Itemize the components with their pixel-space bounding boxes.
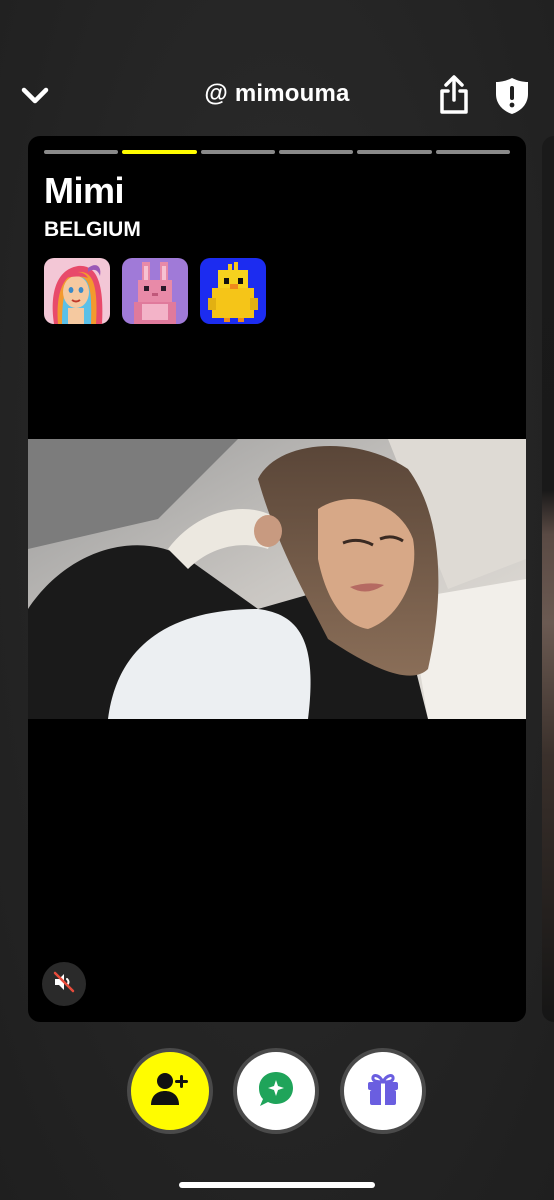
profile-story-screen: @ mimouma Mimi BELGIUM <box>0 0 554 1200</box>
badge-row <box>44 258 266 324</box>
gift-icon <box>364 1070 402 1113</box>
progress-segment <box>278 150 354 154</box>
story-progress-bar <box>44 150 510 154</box>
home-indicator[interactable] <box>179 1182 375 1188</box>
story-card[interactable]: Mimi BELGIUM <box>28 136 526 1022</box>
progress-segment <box>44 150 119 154</box>
top-bar: @ mimouma <box>0 68 554 124</box>
speaker-muted-icon <box>52 970 76 999</box>
share-icon[interactable] <box>436 74 472 116</box>
chat-reply-button[interactable] <box>233 1048 319 1134</box>
progress-segment <box>200 150 275 154</box>
progress-segment <box>357 150 432 154</box>
rainbow-girl-avatar-icon[interactable] <box>44 258 110 324</box>
mute-toggle-button[interactable] <box>42 962 86 1006</box>
chat-bubble-icon <box>256 1069 296 1114</box>
pixel-bunny-icon[interactable] <box>122 258 188 324</box>
add-friend-button[interactable] <box>127 1048 213 1134</box>
story-photo[interactable] <box>28 439 526 719</box>
profile-country: BELGIUM <box>44 218 141 241</box>
next-card-preview[interactable] <box>542 136 554 1022</box>
action-bar <box>0 1048 554 1138</box>
profile-name: Mimi <box>44 170 125 211</box>
shield-report-icon[interactable] <box>494 76 530 116</box>
send-gift-button[interactable] <box>340 1048 426 1134</box>
progress-segment-active <box>122 150 197 154</box>
pixel-chick-icon[interactable] <box>200 258 266 324</box>
add-friend-icon <box>150 1071 190 1112</box>
progress-segment <box>435 150 510 154</box>
